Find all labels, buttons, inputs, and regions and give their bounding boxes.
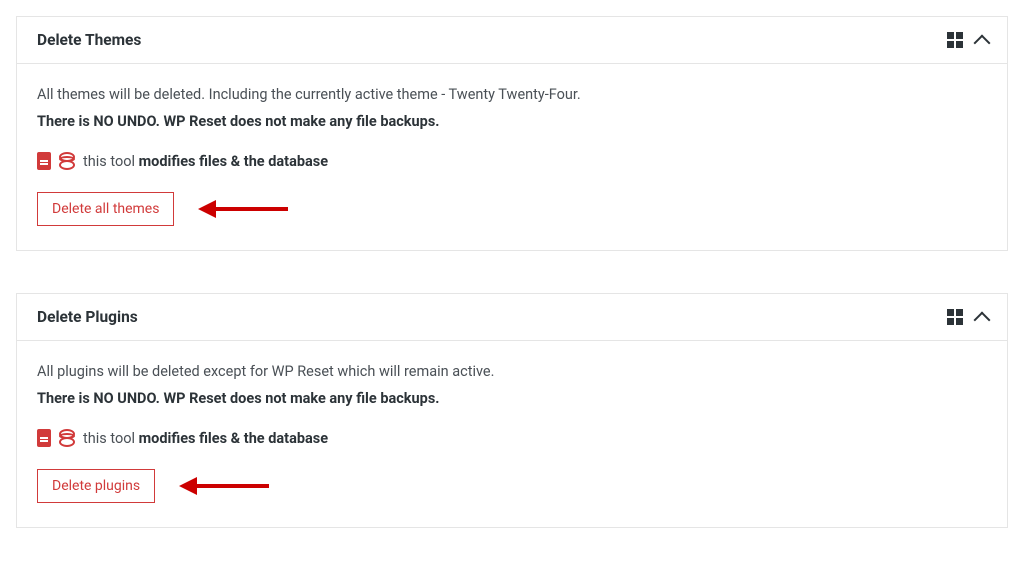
- delete-themes-card: Delete Themes All themes will be deleted…: [16, 16, 1008, 251]
- chevron-up-icon[interactable]: [975, 310, 989, 324]
- action-row: Delete all themes: [37, 192, 987, 226]
- delete-plugins-button[interactable]: Delete plugins: [37, 469, 155, 503]
- file-icon: [37, 429, 51, 447]
- tool-text: this tool modifies files & the database: [83, 153, 328, 170]
- card-title: Delete Plugins: [37, 308, 138, 326]
- delete-all-themes-button[interactable]: Delete all themes: [37, 192, 174, 226]
- card-title: Delete Themes: [37, 31, 141, 49]
- card-body: All plugins will be deleted except for W…: [17, 341, 1007, 527]
- warning-text: There is NO UNDO. WP Reset does not make…: [37, 111, 987, 132]
- grid-icon[interactable]: [947, 309, 963, 325]
- grid-icon[interactable]: [947, 32, 963, 48]
- card-header-actions: [947, 32, 989, 48]
- delete-plugins-card: Delete Plugins All plugins will be delet…: [16, 293, 1008, 528]
- action-row: Delete plugins: [37, 469, 987, 503]
- card-header-actions: [947, 309, 989, 325]
- annotation-arrow: [179, 478, 269, 494]
- card-header: Delete Plugins: [17, 294, 1007, 341]
- tool-row: this tool modifies files & the database: [37, 152, 987, 170]
- chevron-up-icon[interactable]: [975, 33, 989, 47]
- description-text: All themes will be deleted. Including th…: [37, 84, 987, 105]
- tool-text: this tool modifies files & the database: [83, 430, 328, 447]
- warning-text: There is NO UNDO. WP Reset does not make…: [37, 388, 987, 409]
- database-icon: [59, 429, 75, 447]
- database-icon: [59, 152, 75, 170]
- annotation-arrow: [198, 201, 288, 217]
- tool-row: this tool modifies files & the database: [37, 429, 987, 447]
- file-icon: [37, 152, 51, 170]
- card-body: All themes will be deleted. Including th…: [17, 64, 1007, 250]
- card-header: Delete Themes: [17, 17, 1007, 64]
- description-text: All plugins will be deleted except for W…: [37, 361, 987, 382]
